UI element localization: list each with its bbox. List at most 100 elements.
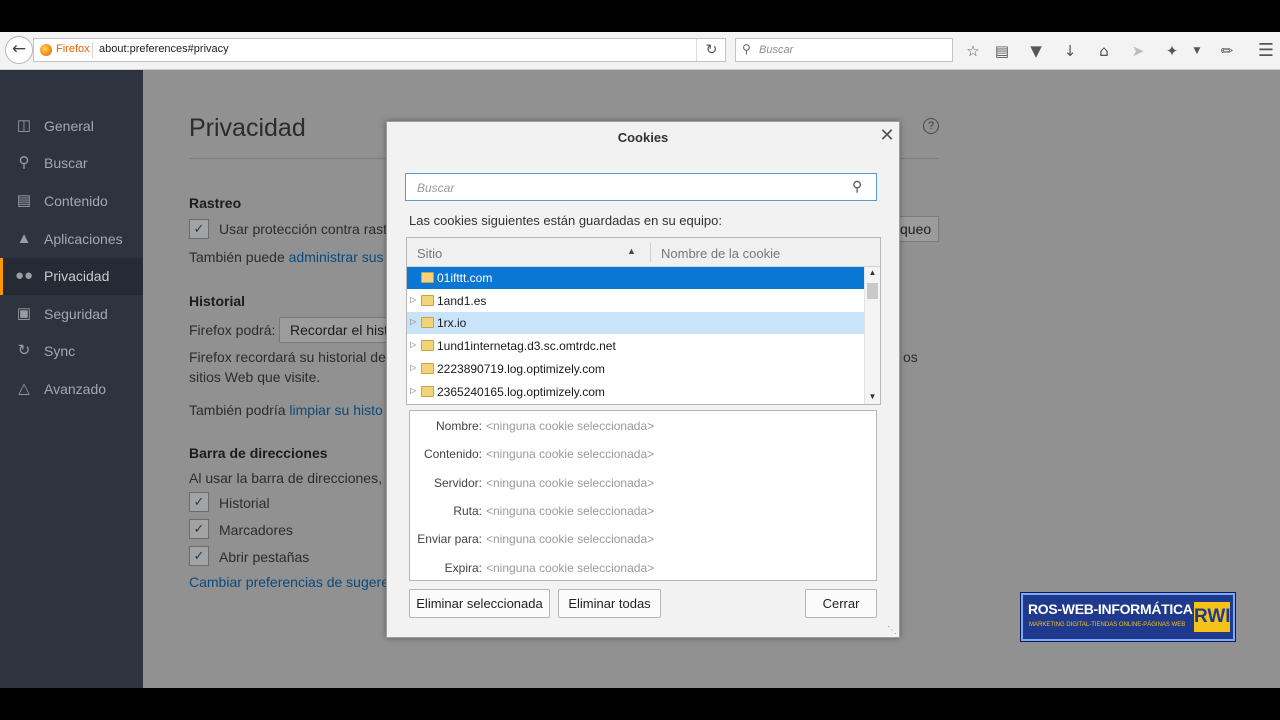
expand-twisty-icon[interactable]: ▷ (410, 363, 416, 372)
scroll-up-icon[interactable]: ▲ (865, 268, 880, 277)
cookies-dialog: Cookies ✕ Buscar ⚲ Las cookies siguiente… (386, 121, 900, 638)
tree-row-site[interactable]: ▷ 2223890719.log.optimizely.com (407, 358, 864, 380)
pocket-icon[interactable]: ▼ (1026, 41, 1046, 61)
history-clear-prefix: También podría (189, 402, 290, 418)
sidebar-item-privacy[interactable]: ●● Privacidad (0, 258, 143, 295)
sidebar-item-general[interactable]: ◫ General (0, 108, 143, 145)
folder-icon (421, 340, 434, 352)
tree-row-site[interactable]: ▷ 1und1internetag.d3.sc.omtrdc.net (407, 335, 864, 357)
screen: ← Firefox about:preferences#privacy ↻ ⚲ … (0, 0, 1280, 720)
expand-twisty-icon[interactable]: ▷ (410, 317, 416, 326)
close-icon[interactable]: ✕ (877, 125, 897, 145)
page-title: Privacidad (189, 114, 306, 142)
checkmark-icon: ✓ (193, 221, 205, 236)
lock-icon: ▣ (16, 305, 32, 322)
column-separator (650, 243, 651, 262)
column-cookie-name[interactable]: Nombre de la cookie (661, 246, 780, 261)
watermark-badge: RWI (1194, 602, 1231, 632)
sidebar-item-sync[interactable]: ↻ Sync (0, 333, 143, 370)
scroll-thumb[interactable] (867, 283, 878, 299)
eyedropper-icon[interactable]: ✏ (1217, 41, 1237, 61)
expand-twisty-icon[interactable]: ▷ (410, 340, 416, 349)
url-separator (92, 42, 93, 58)
browser-toolbar: ← Firefox about:preferences#privacy ↻ ⚲ … (0, 32, 1280, 70)
bookmarks-menu-icon[interactable]: ▤ (992, 41, 1012, 61)
rocket-icon: ▲ (16, 230, 32, 247)
reload-button[interactable]: ↻ (696, 39, 726, 61)
block-list-button[interactable]: queo (895, 216, 939, 242)
tracking-manage-prefix: También puede (189, 249, 289, 265)
site-name: 1und1internetag.d3.sc.omtrdc.net (437, 339, 616, 354)
bookmark-star-icon[interactable]: ☆ (963, 41, 983, 61)
detail-label: Ruta: (453, 503, 482, 518)
folder-icon (421, 385, 434, 397)
sidebar-item-search[interactable]: ⚲ Buscar (0, 145, 143, 182)
help-icon[interactable]: ? (923, 118, 939, 134)
resize-grip-icon[interactable]: ⋱ (887, 625, 897, 636)
remove-all-button[interactable]: Eliminar todas (558, 589, 661, 618)
firefox-logo-icon (40, 44, 52, 56)
addon-dropdown-icon[interactable]: ▼ (1187, 41, 1207, 61)
clear-history-link[interactable]: limpiar su histo (289, 402, 382, 418)
expand-twisty-icon[interactable]: ▷ (410, 295, 416, 304)
detail-label: Servidor: (433, 475, 482, 490)
sidebar-item-applications[interactable]: ▲ Aplicaciones (0, 221, 143, 258)
url-text[interactable]: about:preferences#privacy (99, 43, 229, 55)
history-mode-select[interactable]: Recordar el hist (279, 317, 389, 343)
suggest-bookmarks-label: Marcadores (219, 522, 293, 538)
document-icon: ▤ (16, 192, 32, 209)
sidebar-item-security[interactable]: ▣ Seguridad (0, 296, 143, 333)
tree-row-site[interactable]: ▷ 1rx.io (407, 312, 864, 335)
back-arrow-icon: ← (11, 39, 27, 59)
wizard-icon: △ (18, 380, 30, 397)
cookie-search-input[interactable]: Buscar ⚲ (405, 173, 877, 201)
detail-value: <ninguna cookie seleccionada> (486, 560, 655, 575)
close-button[interactable]: Cerrar (805, 589, 877, 618)
expand-twisty-icon[interactable]: ▷ (410, 386, 416, 395)
url-bar[interactable]: Firefox about:preferences#privacy ↻ (33, 38, 726, 62)
tracking-heading: Rastreo (189, 195, 242, 211)
send-tab-icon[interactable]: ➤ (1128, 41, 1148, 61)
cookie-tree[interactable]: Sitio ▲ Nombre de la cookie 01ifttt.com ▷… (406, 237, 881, 405)
suggest-history-label: Historial (219, 495, 270, 511)
back-button[interactable]: ← (5, 36, 33, 64)
addon-icon[interactable]: ✦ (1162, 41, 1182, 61)
identity-label: Firefox (56, 43, 90, 55)
sidebar-item-label: Contenido (44, 193, 108, 209)
tree-scrollbar[interactable]: ▲ ▼ (864, 267, 880, 404)
detail-label: Enviar para: (417, 532, 482, 547)
history-description-line2: sitios Web que visite. (189, 369, 321, 385)
column-site[interactable]: Sitio (417, 246, 442, 261)
watermark-title: ROS-WEB-INFORMÁTICA (1028, 601, 1193, 617)
suggest-history-checkbox[interactable]: ✓ (189, 492, 209, 512)
detail-value: <ninguna cookie seleccionada> (486, 503, 655, 518)
hamburger-menu-icon[interactable]: ☰ (1256, 41, 1276, 61)
remove-selected-button[interactable]: Eliminar seleccionada (409, 589, 550, 618)
preferences-sidebar: ◫ General ⚲ Buscar ▤ Contenido ▲ Aplicac… (0, 70, 143, 688)
suggest-bookmarks-checkbox[interactable]: ✓ (189, 519, 209, 539)
addressbar-description: Al usar la barra de direcciones, s (189, 470, 393, 486)
tree-row-site[interactable]: ▷ 1and1.es (407, 290, 864, 312)
history-description-line1-end: os (903, 349, 918, 365)
site-name: 2365240165.log.optimizely.com (437, 384, 605, 399)
tree-row-site[interactable]: 01ifttt.com (407, 267, 864, 289)
sync-icon: ↻ (17, 342, 31, 359)
tracking-protection-checkbox[interactable]: ✓ (189, 219, 209, 239)
checkmark-icon: ✓ (193, 548, 205, 563)
sidebar-item-content[interactable]: ▤ Contenido (0, 183, 143, 220)
suggest-tabs-checkbox[interactable]: ✓ (189, 546, 209, 566)
scroll-down-icon[interactable]: ▼ (865, 392, 880, 401)
toolbar-search-input[interactable]: ⚲ Buscar (735, 38, 953, 62)
addressbar-heading: Barra de direcciones (189, 445, 328, 461)
tree-row-site[interactable]: ▷ 2365240165.log.optimizely.com (407, 381, 864, 403)
sidebar-item-label: General (44, 118, 94, 134)
home-icon[interactable]: ⌂ (1094, 41, 1114, 61)
downloads-icon[interactable]: ↓ (1060, 41, 1080, 61)
change-suggestion-prefs-link[interactable]: Cambiar preferencias de sugere (189, 574, 389, 590)
sort-ascending-icon: ▲ (627, 246, 636, 256)
detail-value: <ninguna cookie seleccionada> (486, 532, 655, 547)
watermark-logo: ROS-WEB-INFORMÁTICA MARKETING DIGITAL-TI… (1021, 593, 1235, 641)
switch-icon: ◫ (16, 117, 32, 134)
manage-exceptions-link[interactable]: administrar sus (289, 249, 384, 265)
sidebar-item-advanced[interactable]: △ Avanzado (0, 371, 143, 408)
